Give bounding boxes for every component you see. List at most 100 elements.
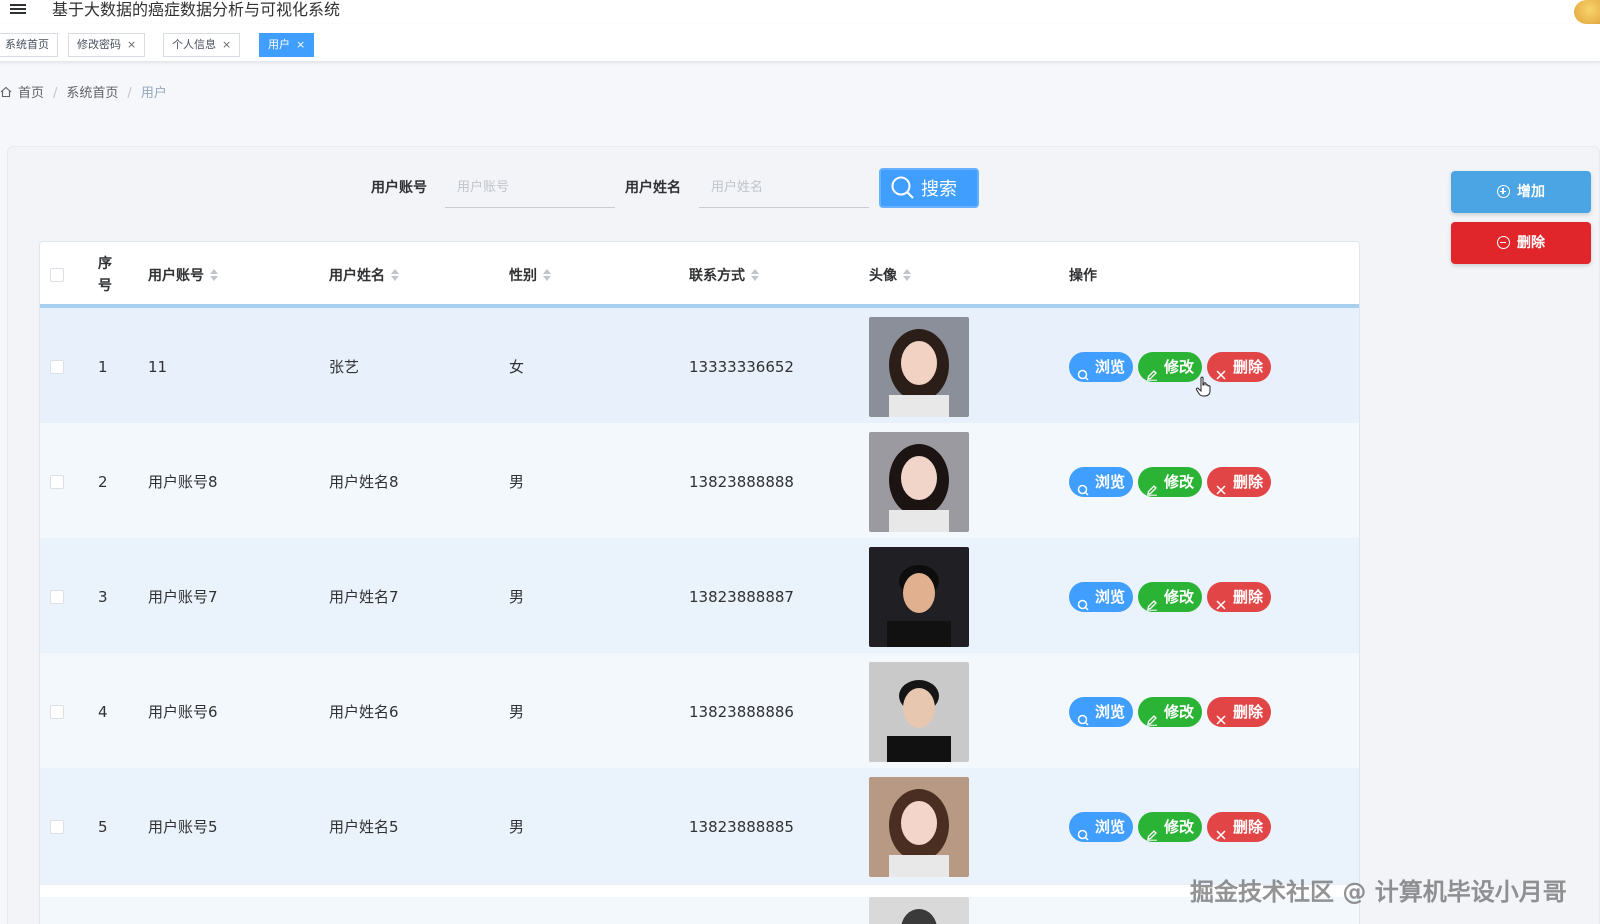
cell-account: 用户账号8 [148, 473, 218, 491]
add-button[interactable]: 增加 [1451, 171, 1591, 213]
batch-delete-button[interactable]: 删除 [1451, 222, 1591, 264]
delete-button[interactable]: 删除 [1207, 466, 1272, 497]
table-row-partial [40, 897, 1359, 924]
delete-button[interactable]: 删除 [1207, 811, 1272, 842]
tab-label: 个人信息 [172, 38, 216, 51]
home-icon [0, 86, 12, 98]
cell-index: 5 [98, 817, 108, 836]
view-button-label: 浏览 [1095, 587, 1126, 606]
row-select-cell [50, 423, 64, 540]
search-icon [1077, 706, 1089, 726]
tab-label: 系统首页 [5, 38, 49, 51]
name-search-input[interactable] [699, 168, 869, 208]
sort-icon[interactable] [903, 268, 911, 282]
close-icon [1215, 361, 1227, 380]
user-photo[interactable] [869, 661, 969, 762]
close-icon[interactable]: × [222, 38, 231, 51]
view-button-label: 浏览 [1095, 702, 1126, 721]
delete-button[interactable]: 删除 [1207, 351, 1272, 382]
row-checkbox[interactable] [50, 704, 64, 719]
edit-icon [1146, 361, 1158, 381]
cell-index: 3 [98, 587, 108, 606]
table-row: 3 用户账号7 用户姓名7 男 13823888887 浏览 修改 删除 [40, 538, 1359, 655]
delete-button[interactable]: 删除 [1207, 696, 1272, 727]
edit-button-label: 修改 [1164, 702, 1195, 721]
edit-icon [1146, 591, 1158, 611]
tab-change-password[interactable]: 修改密码 × [68, 33, 146, 57]
header-phone[interactable]: 联系方式 [689, 242, 759, 308]
edit-button-label: 修改 [1164, 587, 1195, 606]
cell-phone: 13823888887 [689, 587, 794, 606]
plus-circle-icon [1497, 185, 1510, 198]
name-search-label: 用户姓名 [625, 180, 681, 196]
header-avatar[interactable]: 头像 [869, 242, 911, 308]
user-photo[interactable] [869, 316, 969, 417]
delete-button-label: 删除 [1233, 587, 1264, 606]
edit-button[interactable]: 修改 [1138, 811, 1203, 842]
close-icon[interactable]: × [127, 38, 136, 51]
tab-system-home[interactable]: 系统首页 [0, 33, 58, 57]
header-phone-label: 联系方式 [689, 268, 745, 284]
app-title: 基于大数据的癌症数据分析与可视化系统 [52, 0, 341, 19]
select-all-checkbox[interactable] [50, 268, 64, 282]
add-button-label: 增加 [1517, 184, 1545, 200]
cell-account: 用户账号5 [148, 818, 218, 836]
view-button[interactable]: 浏览 [1069, 696, 1134, 727]
delete-button-label: 删除 [1233, 817, 1264, 836]
sort-icon[interactable] [210, 268, 218, 282]
sort-icon[interactable] [391, 268, 399, 282]
delete-button-label: 删除 [1233, 472, 1264, 491]
row-checkbox[interactable] [50, 359, 64, 374]
delete-button[interactable]: 删除 [1207, 581, 1272, 612]
user-avatar[interactable] [1574, 0, 1600, 24]
cell-phone: 13823888885 [689, 817, 794, 836]
row-checkbox[interactable] [50, 819, 64, 834]
edit-icon [1146, 476, 1158, 496]
row-select-cell [50, 308, 64, 425]
breadcrumb-current: 用户 [140, 86, 167, 101]
header-gender[interactable]: 性别 [509, 242, 551, 308]
search-icon [1077, 361, 1089, 381]
row-checkbox[interactable] [50, 589, 64, 604]
header-name[interactable]: 用户姓名 [329, 242, 399, 308]
breadcrumb: 首页 / 系统首页 / 用户 [0, 84, 167, 104]
row-checkbox[interactable] [50, 474, 64, 489]
user-photo [869, 897, 969, 924]
operations-cell: 浏览 修改 删除 [1069, 653, 1276, 770]
close-icon[interactable]: × [296, 38, 305, 51]
view-button[interactable]: 浏览 [1069, 581, 1134, 612]
view-button[interactable]: 浏览 [1069, 466, 1134, 497]
view-button-label: 浏览 [1095, 817, 1126, 836]
header-index-line1: 序 [98, 256, 112, 272]
user-photo[interactable] [869, 431, 969, 532]
search-icon [1077, 821, 1089, 841]
header-account[interactable]: 用户账号 [148, 242, 218, 308]
user-photo[interactable] [869, 776, 969, 877]
breadcrumb-home[interactable]: 首页 [18, 86, 44, 101]
search-button-label: 搜索 [921, 179, 957, 200]
edit-button-label: 修改 [1164, 357, 1195, 376]
view-button[interactable]: 浏览 [1069, 351, 1134, 382]
sort-icon[interactable] [751, 268, 759, 282]
account-search-input[interactable] [445, 168, 615, 208]
tab-users[interactable]: 用户 × [259, 33, 315, 57]
header-avatar-label: 头像 [869, 268, 897, 284]
cell-name: 用户姓名5 [329, 818, 399, 836]
edit-button[interactable]: 修改 [1138, 351, 1203, 382]
edit-button[interactable]: 修改 [1138, 696, 1203, 727]
tab-personal-info[interactable]: 个人信息 × [163, 33, 241, 57]
menu-toggle-icon[interactable] [10, 2, 26, 18]
close-icon [1215, 591, 1227, 610]
user-photo[interactable] [869, 546, 969, 647]
edit-button[interactable]: 修改 [1138, 466, 1203, 497]
cell-phone: 13333336652 [689, 357, 794, 376]
breadcrumb-system-home[interactable]: 系统首页 [66, 86, 118, 101]
search-button[interactable]: 搜索 [879, 168, 979, 208]
cell-gender: 女 [509, 358, 525, 376]
edit-button[interactable]: 修改 [1138, 581, 1203, 612]
header-index-line2: 号 [98, 278, 112, 294]
sort-icon[interactable] [543, 268, 551, 282]
delete-button-label: 删除 [1233, 357, 1264, 376]
view-button[interactable]: 浏览 [1069, 811, 1134, 842]
avatar-cell [869, 897, 969, 924]
